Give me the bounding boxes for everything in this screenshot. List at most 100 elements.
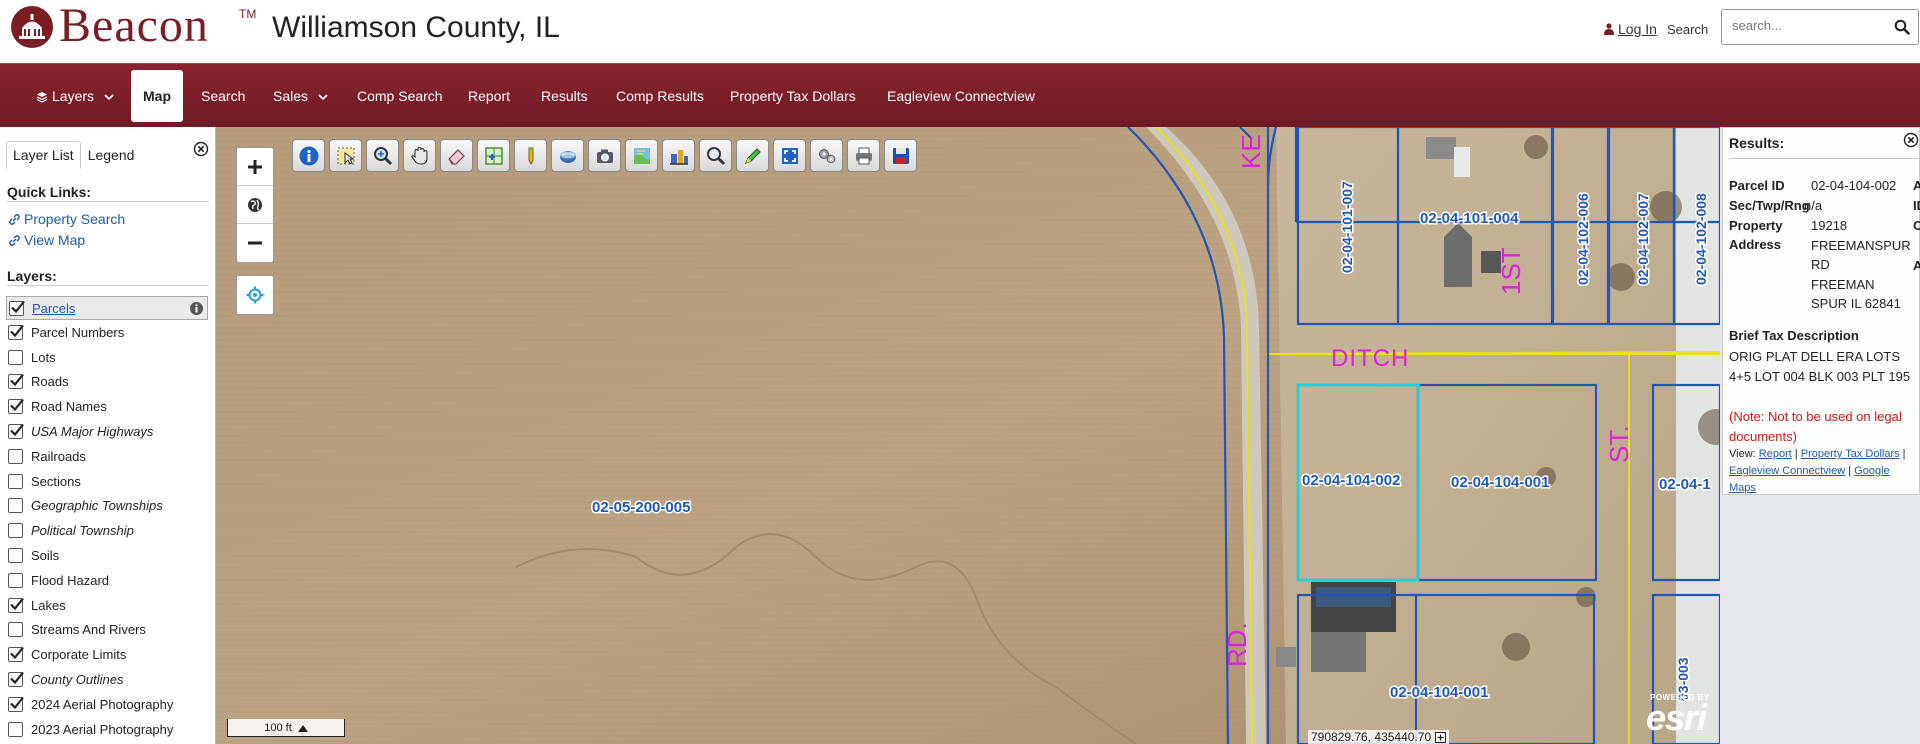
layer-checkbox[interactable] [9,300,25,316]
tool-zoom[interactable] [366,139,399,172]
layer-row[interactable]: Flood Hazard [8,568,208,593]
parcel-label[interactable]: 02-04-1 [1658,475,1713,495]
tool-overlay[interactable] [625,139,658,172]
esri-attribution[interactable]: POWERED BY esri [1646,693,1718,743]
nav-search[interactable]: Search [201,64,245,128]
tab-legend[interactable]: Legend [81,141,142,169]
layer-checkbox[interactable] [8,324,24,340]
tool-select[interactable] [329,139,362,172]
parcel-label[interactable]: 02-04-104-001 [1450,473,1551,493]
scale-bar[interactable]: 100 ft [227,719,345,737]
zoom-in-button[interactable] [237,148,273,186]
layer-row[interactable]: 2023 Aerial Photography [8,717,208,742]
nav-results[interactable]: Results [541,64,588,128]
layer-checkbox[interactable] [8,349,23,365]
layer-row[interactable]: Parcels [6,296,208,320]
quick-link-view-map[interactable]: View Map [8,232,85,248]
layer-row[interactable]: Streams And Rivers [8,618,208,643]
nav-sales[interactable]: Sales [273,64,328,128]
tool-draw[interactable] [736,139,769,172]
layer-row[interactable]: Roads [8,370,208,395]
tool-grid-select[interactable] [477,139,510,172]
close-icon[interactable] [193,141,209,157]
parcel-label[interactable]: 02-04-102-006 [1574,191,1593,286]
nav-map[interactable]: Map [131,70,183,122]
layer-row[interactable]: Railroads [8,444,208,469]
tool-eraser[interactable] [440,139,473,172]
layer-checkbox[interactable] [8,721,23,737]
locate-button[interactable] [237,276,273,314]
view-link-report[interactable]: Report [1759,448,1792,460]
map-view[interactable]: 02-05-200-005 02-04-104-002 02-04-104-00… [216,127,1720,744]
info-icon[interactable] [189,301,204,316]
layer-checkbox[interactable] [8,548,23,564]
nav-report[interactable]: Report [468,64,510,128]
layer-checkbox[interactable] [8,523,23,539]
layer-checkbox[interactable] [8,696,24,712]
parcel-label[interactable]: 02-04-101-007 [1338,179,1357,274]
search-icon[interactable] [1894,19,1910,35]
quick-link-property-search[interactable]: Property Search [8,211,125,227]
parcel-label[interactable]: 02-04-104-001 [1389,683,1490,703]
layer-checkbox[interactable] [8,399,24,415]
layer-row[interactable]: USA Major Highways [8,419,208,444]
layer-row[interactable]: Parcel Numbers [8,320,208,345]
tool-save[interactable] [884,139,917,172]
chevron-down-icon [318,94,328,101]
layer-checkbox[interactable] [8,597,24,613]
parcel-label[interactable]: 02-04-102-007 [1634,191,1653,286]
tool-magnify[interactable] [699,139,732,172]
layer-checkbox[interactable] [8,498,23,514]
nav-comp-results[interactable]: Comp Results [616,64,704,128]
login-link[interactable]: Log In [1604,21,1657,37]
zoom-out-button[interactable] [237,224,273,262]
tool-camera[interactable] [588,139,621,172]
layer-row[interactable]: Political Township [8,518,208,543]
tool-globe[interactable] [551,139,584,172]
layer-row[interactable]: Sections [8,469,208,494]
layer-checkbox[interactable] [8,374,24,390]
nav-comp-search[interactable]: Comp Search [357,64,443,128]
layer-checkbox[interactable] [8,473,23,489]
tool-settings[interactable] [810,139,843,172]
parcel-label[interactable]: 02-05-200-005 [591,498,692,518]
nav-eagleview-connectview[interactable]: Eagleview Connectview [887,64,1035,128]
layer-checkbox[interactable] [8,448,23,464]
view-link-property-tax-dollars[interactable]: Property Tax Dollars [1801,448,1900,460]
tool-buildings[interactable] [662,139,695,172]
layer-row[interactable]: Lakes [8,593,208,618]
layer-row[interactable]: Geographic Townships [8,494,208,519]
parcel-label[interactable]: 02-04-101-004 [1419,209,1521,229]
layer-row[interactable]: County Outlines [8,667,208,692]
layer-checkbox[interactable] [8,622,23,638]
expand-icon[interactable] [1435,731,1447,743]
tool-fullscreen[interactable] [773,139,806,172]
nav-layers[interactable]: Layers [36,64,114,128]
results-popup: Results: Parcel ID 02-04-104-002 Al Sec/… [1722,127,1920,495]
layer-row[interactable]: Road Names [8,394,208,419]
parcel-label[interactable]: 02-04-102-008 [1692,191,1711,286]
tool-info[interactable] [292,139,325,172]
tool-print[interactable] [847,139,880,172]
tool-marker[interactable] [514,139,547,172]
layer-row[interactable]: Soils [8,543,208,568]
overflow-text: Ac [1913,258,1920,273]
tool-pan[interactable] [403,139,436,172]
layer-row[interactable]: 2024 Aerial Photography [8,692,208,717]
parcel-label[interactable]: 02-04-104-002 [1301,471,1402,491]
close-icon[interactable] [1903,132,1919,148]
header-search-box[interactable] [1721,9,1919,45]
nav-property-tax-dollars[interactable]: Property Tax Dollars [730,64,856,128]
header-search-input[interactable] [1732,18,1892,33]
view-link-eagleview-connectview[interactable]: Eagleview Connectview [1729,465,1845,477]
layer-row[interactable]: Lots [8,345,208,370]
layer-checkbox[interactable] [8,572,23,588]
beacon-logo[interactable]: Beacon TM [3,0,256,52]
home-extent-button[interactable] [237,186,273,224]
layer-checkbox[interactable] [8,423,24,440]
aerial-map-canvas[interactable]: 02-05-200-005 02-04-104-002 02-04-104-00… [216,127,1720,744]
layer-row[interactable]: Corporate Limits [8,642,208,667]
layer-checkbox[interactable] [8,647,24,663]
layer-checkbox[interactable] [8,671,24,688]
tab-layer-list[interactable]: Layer List [6,141,81,169]
